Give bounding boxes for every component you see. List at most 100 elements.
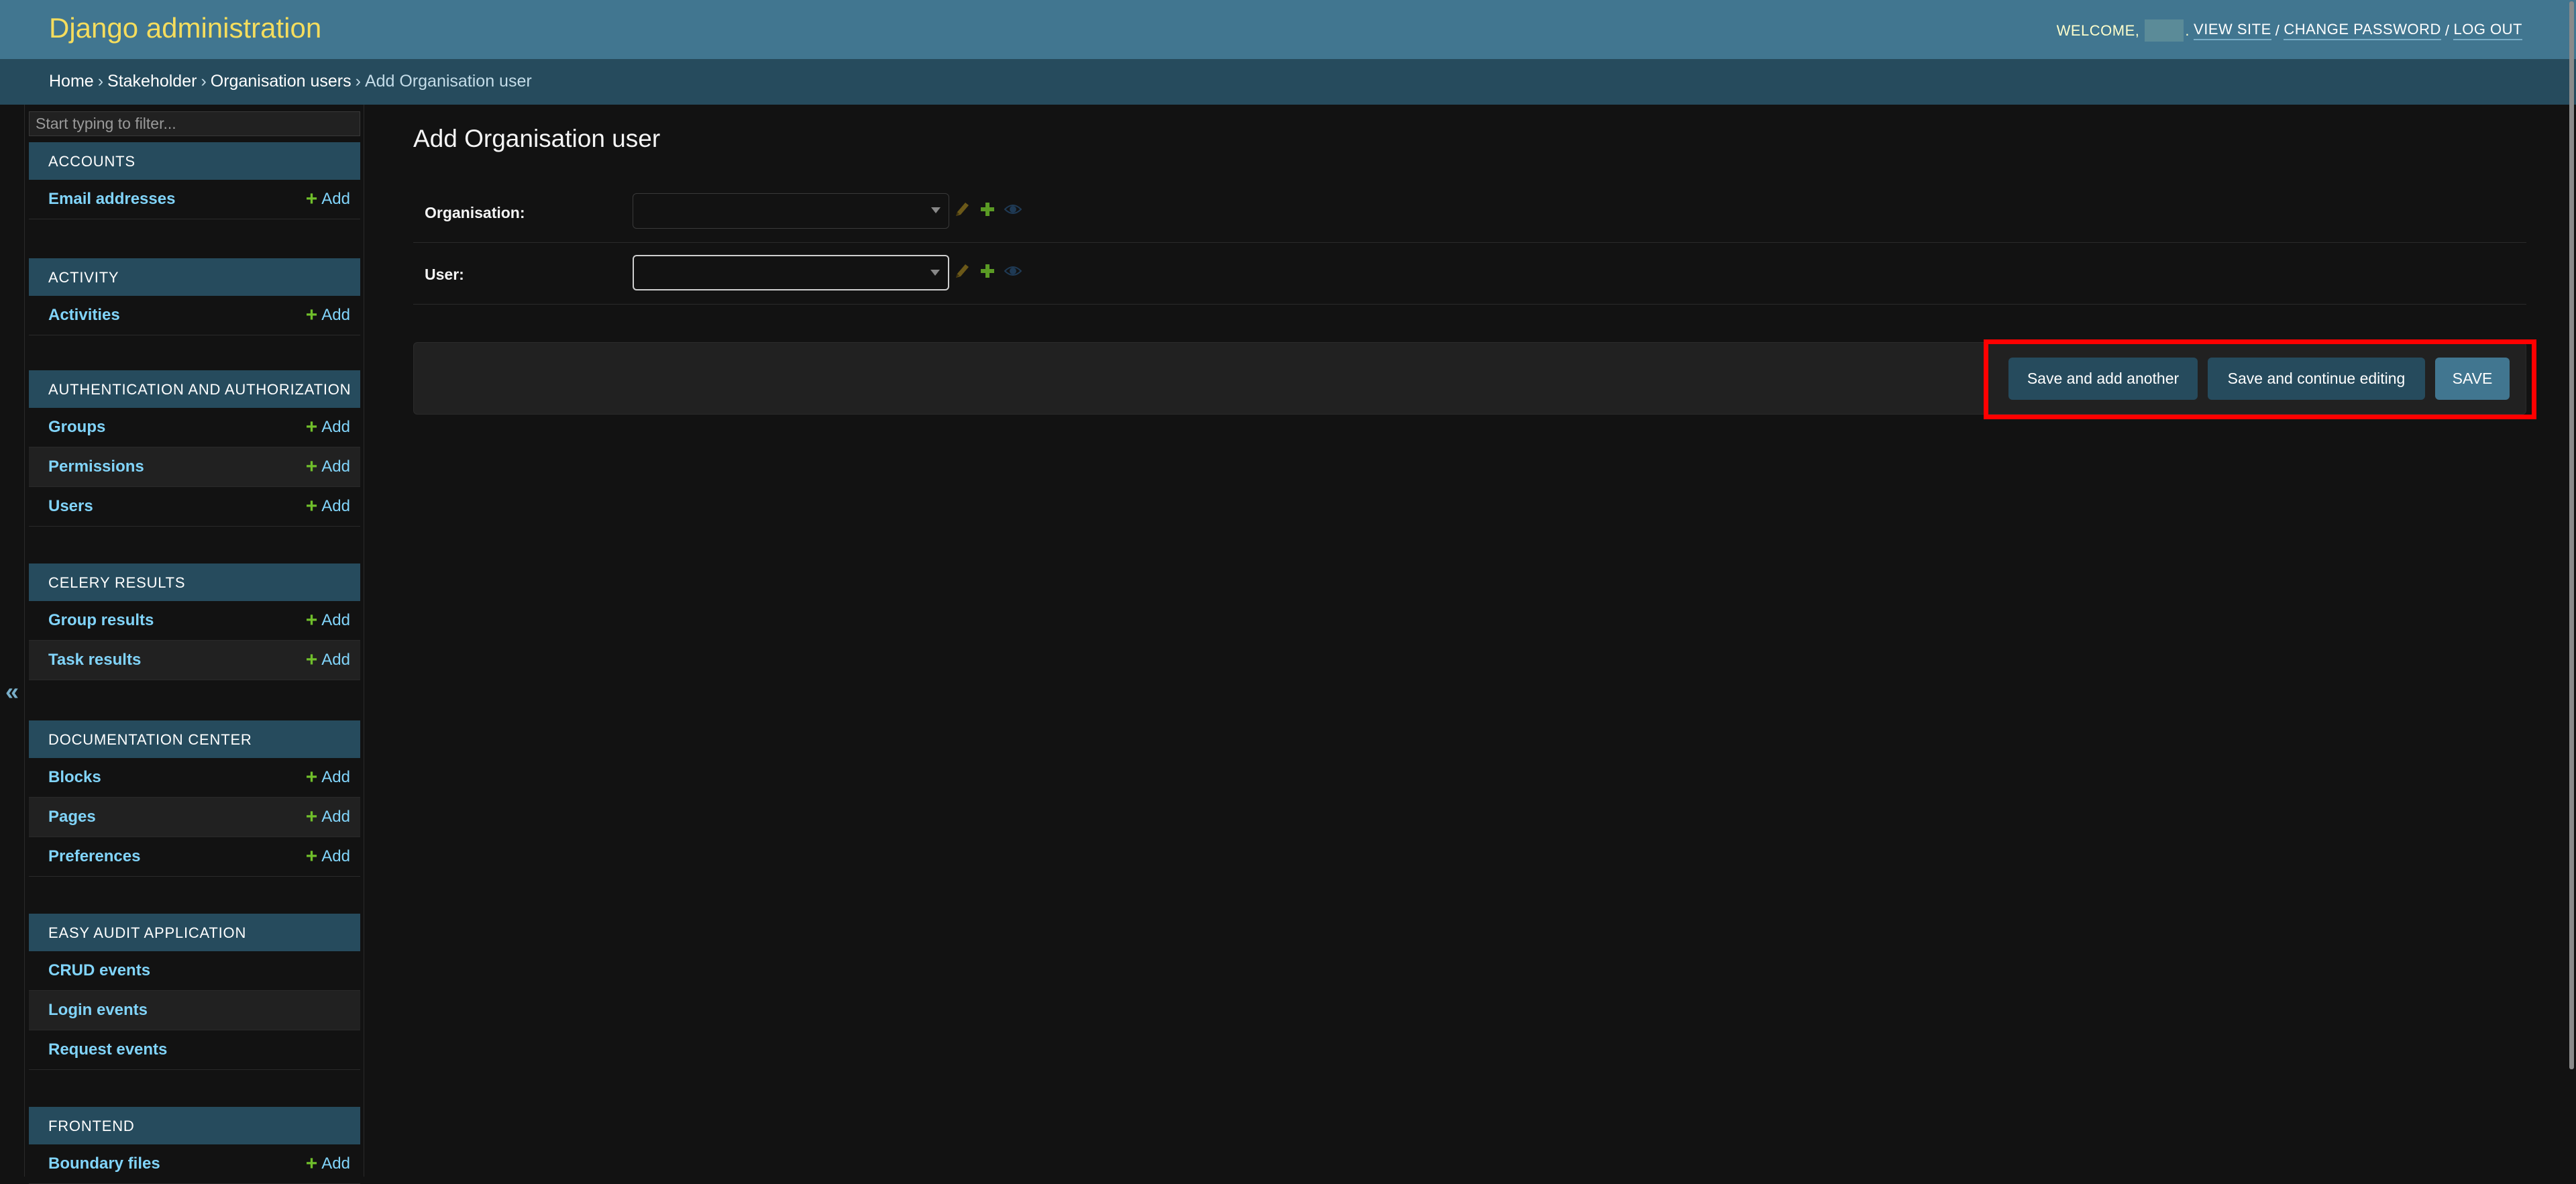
sidebar-add-link[interactable]: + Add [306,1154,350,1174]
sidebar-item: Blocks + Add [29,758,360,798]
sidebar-item-link[interactable]: Permissions [48,458,144,476]
plus-icon: + [305,609,318,631]
plus-icon: + [305,806,318,828]
sidebar-module: CELERY RESULTS Group results + Add Task resu… [29,563,360,680]
sidebar-item: Group results + Add [29,601,360,641]
sidebar-item: Login events [29,991,360,1030]
pencil-icon[interactable] [953,200,971,219]
related-widget-icons [953,200,1022,219]
add-label: Add [321,190,350,208]
breadcrumb-organisation-users[interactable]: Organisation users [211,72,352,91]
sidebar-item-link[interactable]: Blocks [48,768,101,787]
add-label: Add [321,808,350,826]
sidebar-item: Task results + Add [29,641,360,680]
sidebar-add-link[interactable]: + Add [306,610,350,631]
sidebar-item-link[interactable]: Group results [48,611,154,630]
sidebar-item-link[interactable]: Preferences [48,847,140,866]
form-row-user: User: [413,243,2526,305]
breadcrumb-home[interactable]: Home [49,72,94,91]
sidebar-add-link[interactable]: + Add [306,807,350,827]
sidebar-module: AUTHENTICATION AND AUTHORIZATION Groups + A… [29,370,360,527]
sidebar-item: Request events [29,1030,360,1070]
sidebar-add-link[interactable]: + Add [306,305,350,325]
plus-icon: + [305,416,318,438]
module-caption[interactable]: EASY AUDIT APPLICATION [29,914,360,951]
module-caption[interactable]: CELERY RESULTS [29,563,360,601]
sidebar-item-link[interactable]: CRUD events [48,961,150,980]
module-caption[interactable]: DOCUMENTATION CENTER [29,720,360,758]
sidebar-item-link[interactable]: Pages [48,808,96,826]
sidebar-item-link[interactable]: Request events [48,1040,167,1059]
sidebar-filter-input[interactable] [29,111,360,136]
view-site-link[interactable]: VIEW SITE [2194,21,2271,40]
breadcrumb-separator: › [97,72,104,91]
plus-icon: + [305,766,318,788]
organisation-select[interactable] [633,193,949,229]
plus-icon: + [305,1152,318,1175]
plus-icon[interactable] [980,264,995,278]
sidebar-item: Pages + Add [29,798,360,837]
sidebar-item-link[interactable]: Login events [48,1001,148,1020]
page-title: Add Organisation user [413,125,661,152]
header: Django administration WELCOME, . VIEW SI… [0,0,2576,59]
user-select[interactable] [633,255,949,290]
breadcrumb-separator: › [355,72,361,91]
log-out-link[interactable]: LOG OUT [2453,21,2522,40]
sidebar-add-link[interactable]: + Add [306,457,350,477]
sidebar-module: ACTIVITY Activities + Add [29,258,360,335]
module-caption[interactable]: AUTHENTICATION AND AUTHORIZATION [29,370,360,408]
add-label: Add [321,497,350,515]
pencil-icon[interactable] [953,262,971,280]
sidebar-item-link[interactable]: Email addresses [48,190,175,209]
sidebar-item-link[interactable]: Groups [48,418,105,437]
module-caption[interactable]: FRONTEND [29,1107,360,1144]
sidebar-add-link[interactable]: + Add [306,189,350,209]
add-label: Add [321,418,350,436]
sidebar-item: Groups + Add [29,408,360,447]
sidebar-item: Boundary files + Add [29,1144,360,1184]
toggle-sidebar-button[interactable]: « [5,678,19,706]
sidebar-item: Activities + Add [29,296,360,335]
sidebar-add-link[interactable]: + Add [306,496,350,517]
username-redacted [2145,19,2184,42]
add-label: Add [321,651,350,669]
save-and-add-another-button[interactable]: Save and add another [2008,358,2198,400]
welcome-text: WELCOME, [2056,21,2140,39]
breadcrumb-stakeholder[interactable]: Stakeholder [107,72,197,91]
eye-icon[interactable] [1004,203,1022,215]
user-tools: WELCOME, . VIEW SITE / CHANGE PASSWORD /… [2057,19,2526,42]
sidebar-item: Email addresses + Add [29,180,360,219]
scrollbar[interactable] [2569,1,2574,1069]
add-label: Add [321,458,350,476]
separator: / [2275,21,2280,39]
plus-icon: + [305,304,318,326]
plus-icon: + [305,455,318,478]
save-and-continue-editing-button[interactable]: Save and continue editing [2208,358,2425,400]
plus-icon: + [305,188,318,210]
plus-icon: + [305,845,318,867]
breadcrumb-current: Add Organisation user [364,72,532,91]
sidebar-add-link[interactable]: + Add [306,417,350,437]
form-row-organisation: Organisation: [413,181,2526,243]
save-button[interactable]: Save [2435,358,2510,400]
sidebar-add-link[interactable]: + Add [306,650,350,670]
sidebar-add-link[interactable]: + Add [306,767,350,788]
sidebar-item: Preferences + Add [29,837,360,877]
sidebar-item: CRUD events [29,951,360,991]
sidebar-add-link[interactable]: + Add [306,847,350,867]
add-label: Add [321,306,350,324]
module-caption[interactable]: ACTIVITY [29,258,360,296]
add-label: Add [321,1154,350,1173]
site-title[interactable]: Django administration [49,12,321,44]
change-password-link[interactable]: CHANGE PASSWORD [2284,21,2441,40]
sidebar-item-link[interactable]: Activities [48,306,120,325]
sidebar-item-link[interactable]: Task results [48,651,141,669]
related-widget-icons [953,262,1022,280]
eye-icon[interactable] [1004,265,1022,277]
module-caption[interactable]: ACCOUNTS [29,142,360,180]
plus-icon[interactable] [980,202,995,217]
sidebar-item-link[interactable]: Users [48,497,93,516]
breadcrumb: Home › Stakeholder › Organisation users › Add … [0,59,2576,105]
sidebar-item-link[interactable]: Boundary files [48,1154,160,1173]
sidebar-module: DOCUMENTATION CENTER Blocks + Add Pages + Add P… [29,720,360,877]
